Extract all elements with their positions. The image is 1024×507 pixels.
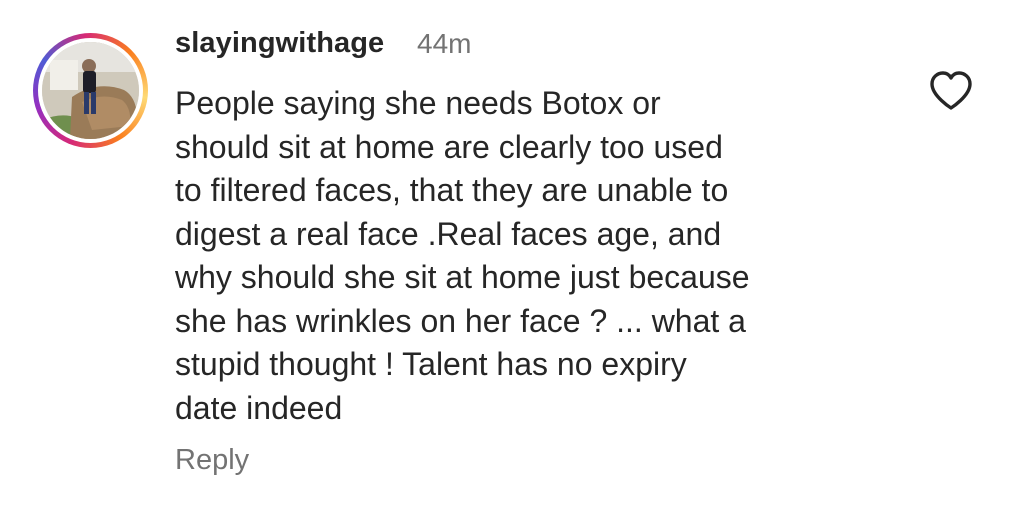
- username[interactable]: slayingwithage: [175, 27, 384, 60]
- avatar-ring-gap: [38, 38, 143, 143]
- comment-item: slayingwithage 44m People saying she nee…: [0, 0, 1024, 507]
- avatar-photo: [42, 42, 139, 139]
- avatar[interactable]: [42, 42, 139, 139]
- heart-outline-icon[interactable]: [928, 70, 974, 112]
- story-ring[interactable]: [33, 33, 148, 148]
- reply-button[interactable]: Reply: [175, 444, 249, 477]
- comment-text: People saying she needs Botox or should …: [175, 85, 750, 426]
- comment-timestamp: 44m: [417, 28, 472, 59]
